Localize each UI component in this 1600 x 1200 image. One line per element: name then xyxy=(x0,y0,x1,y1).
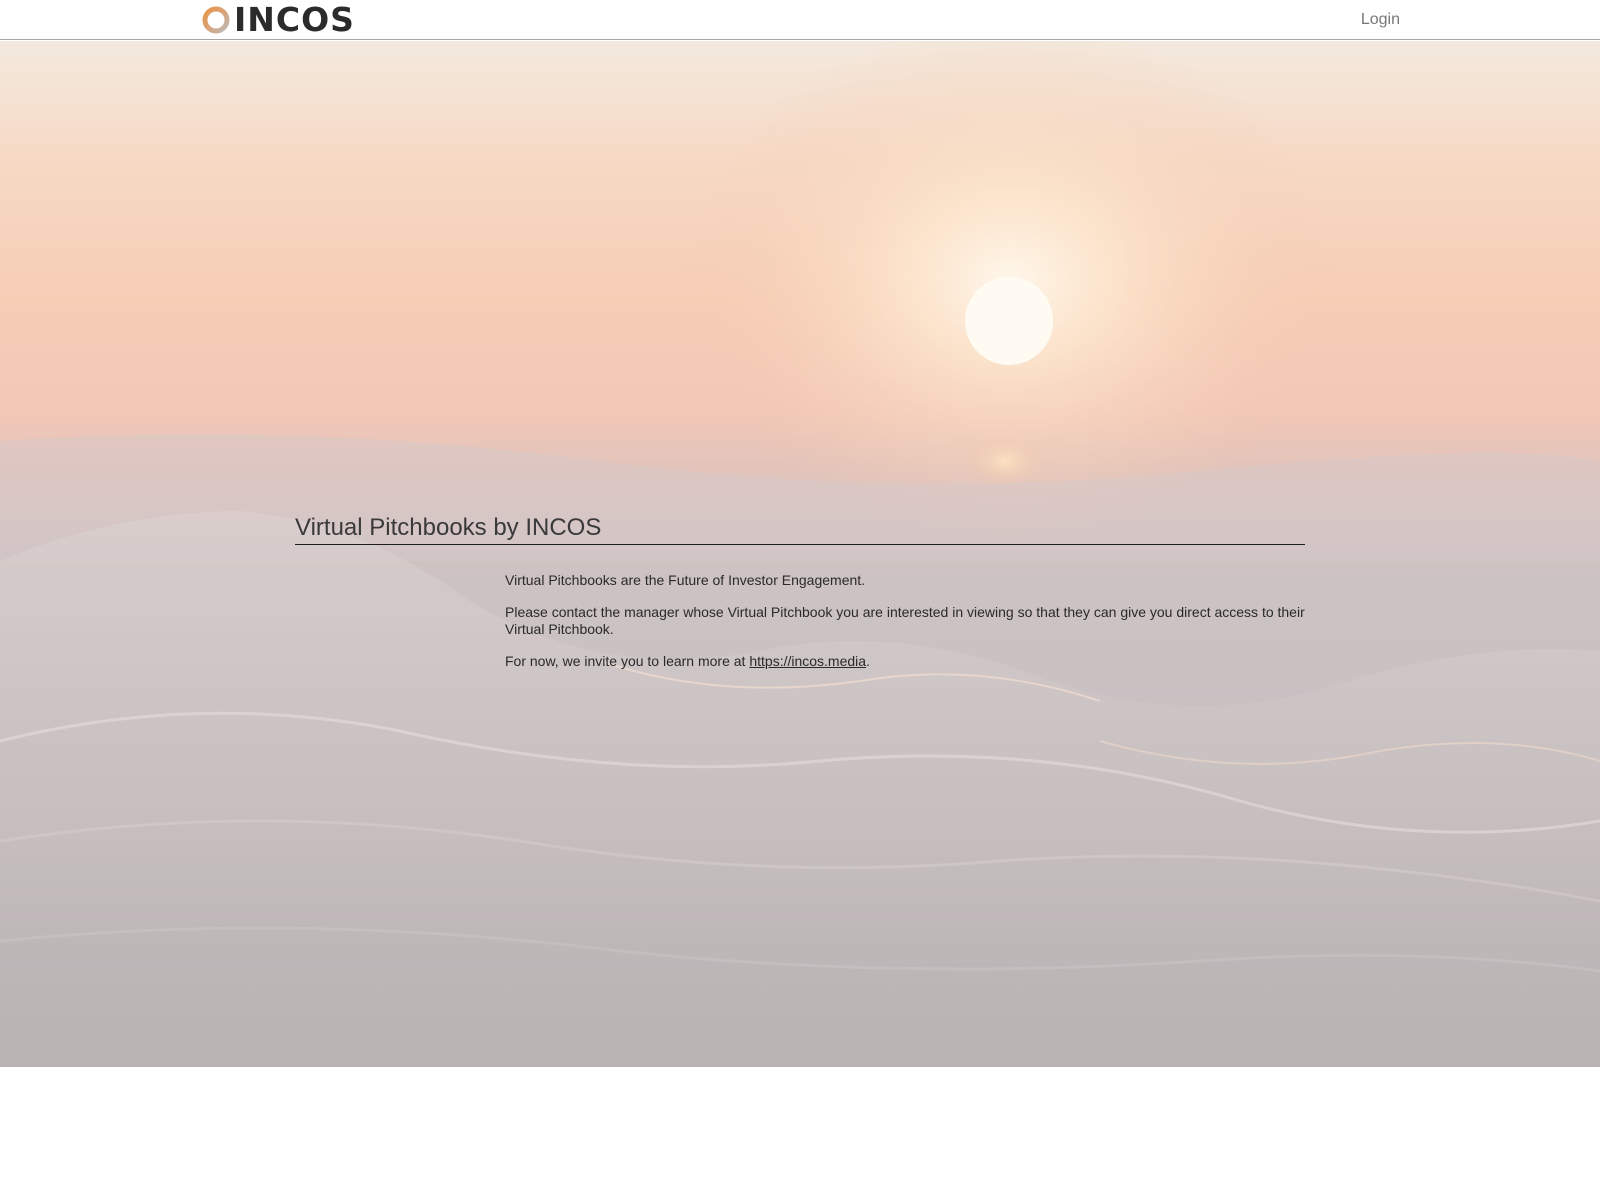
intro-paragraph-1: Virtual Pitchbooks are the Future of Inv… xyxy=(505,572,866,588)
incos-media-link[interactable]: https://incos.media xyxy=(749,653,866,669)
hero-background: Virtual Pitchbooks by INCOS Virtual Pitc… xyxy=(0,41,1600,1067)
invite-period: . xyxy=(866,653,870,669)
intro-paragraph-2: Please contact the manager whose Virtual… xyxy=(505,604,1305,637)
login-link[interactable]: Login xyxy=(1361,10,1400,30)
top-navbar: INCOS Login xyxy=(0,0,1600,40)
incos-logo[interactable]: INCOS xyxy=(201,0,355,39)
page-title: Virtual Pitchbooks by INCOS xyxy=(295,512,1305,545)
intro-paragraph-3: For now, we invite you to learn more at … xyxy=(505,653,1305,670)
main-content: Virtual Pitchbooks by INCOS Virtual Pitc… xyxy=(0,41,1600,1067)
logo-text: INCOS xyxy=(234,0,355,39)
invite-text: For now, we invite you to learn more at xyxy=(505,653,750,669)
intro-text: Virtual Pitchbooks are the Future of Inv… xyxy=(505,572,1305,685)
logo-ring-icon xyxy=(202,6,230,34)
